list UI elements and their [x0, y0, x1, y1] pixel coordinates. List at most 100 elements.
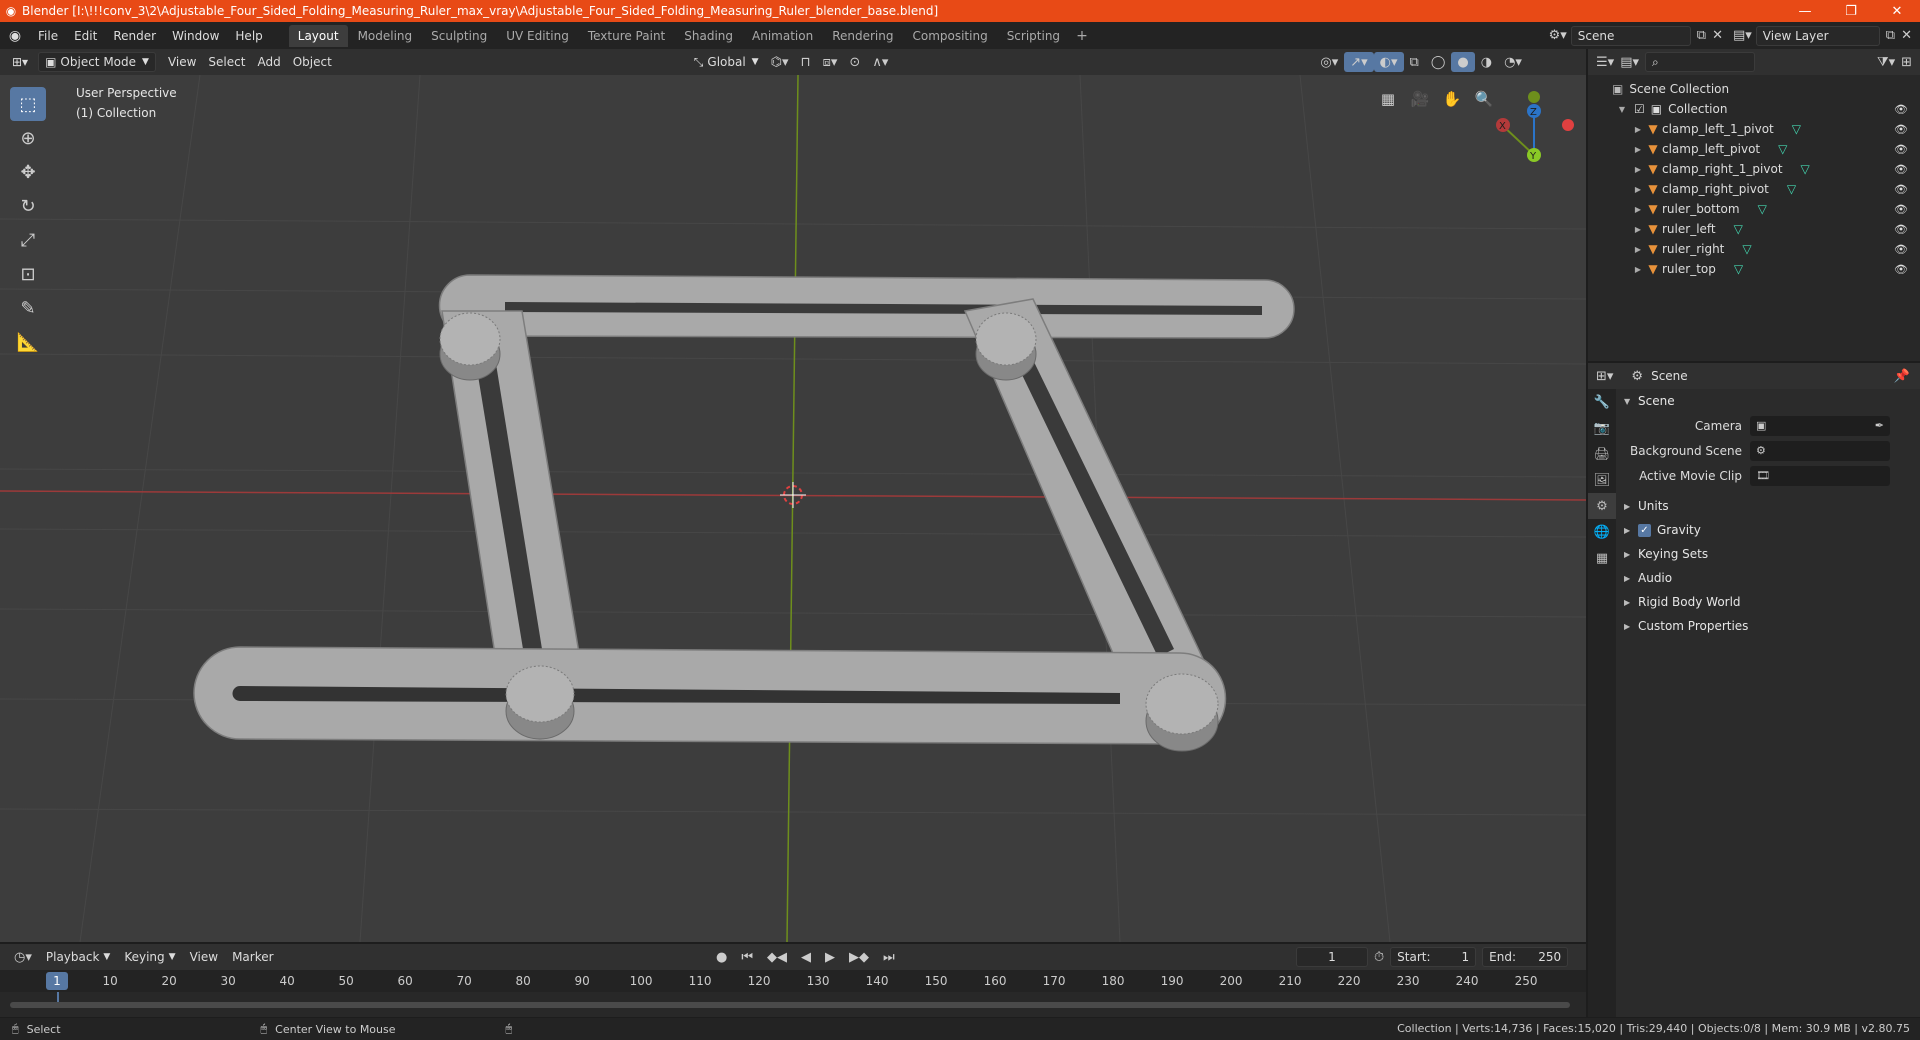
tab-shading[interactable]: Shading — [675, 25, 742, 47]
timeline-editor-icon[interactable]: ◷▾ — [8, 947, 38, 967]
scene-field[interactable]: Scene — [1570, 25, 1691, 46]
blender-menu-icon[interactable]: ◉ — [0, 28, 30, 44]
outliner-item-ruler-bottom[interactable]: ▶ ▼ ruler_bottom ▽ 👁 — [1588, 199, 1920, 219]
expand-triangle-icon[interactable]: ▶ — [1632, 145, 1644, 154]
render-tab-icon[interactable]: 📷 — [1588, 415, 1616, 441]
clamp-right-pivot[interactable] — [1145, 673, 1219, 752]
scene-tab-icon[interactable]: ⚙ — [1588, 493, 1616, 519]
gizmo-x-positive[interactable] — [1562, 119, 1574, 131]
prev-keyframe-icon[interactable]: ◆◀ — [761, 947, 793, 967]
keying-sets-panel-header[interactable]: ▶ Keying Sets — [1618, 542, 1920, 566]
tab-sculpting[interactable]: Sculpting — [422, 25, 496, 47]
outliner-editor-icon[interactable]: ☰▾ — [1596, 55, 1614, 70]
material-shading-icon[interactable]: ◑ — [1475, 52, 1498, 72]
view-layer-icon[interactable]: ▤▾ — [1733, 28, 1752, 43]
gizmo-toggle-icon[interactable]: ↗▾ — [1344, 52, 1374, 72]
tool-settings-tab-icon[interactable]: 🔧 — [1588, 389, 1616, 415]
eye-icon[interactable]: 👁 — [1894, 123, 1908, 136]
view-layer-tab-icon[interactable]: 🖼 — [1588, 467, 1616, 493]
menu-timeline-view[interactable]: View — [184, 947, 224, 967]
eye-icon[interactable]: 👁 — [1894, 243, 1908, 256]
gravity-checkbox[interactable]: ✓ — [1638, 523, 1651, 537]
tab-compositing[interactable]: Compositing — [903, 25, 996, 47]
menu-window[interactable]: Window — [164, 29, 227, 43]
expand-triangle-icon[interactable]: ▶ — [1632, 185, 1644, 194]
new-scene-icon[interactable]: ⧉ — [1697, 28, 1706, 43]
tab-modeling[interactable]: Modeling — [349, 25, 422, 47]
delete-scene-icon[interactable]: ✕ — [1712, 28, 1723, 43]
eye-icon[interactable]: 👁 — [1894, 103, 1908, 116]
visibility-icon[interactable]: ◎▾ — [1314, 52, 1344, 72]
play-reverse-icon[interactable]: ◀ — [795, 947, 817, 967]
timeline-scrollbar[interactable] — [10, 1002, 1570, 1008]
filter-icon[interactable]: ⧩▾ — [1877, 55, 1895, 70]
outliner-item-clamp-right-1-pivot[interactable]: ▶ ▼ clamp_right_1_pivot ▽ 👁 — [1588, 159, 1920, 179]
outliner-item-clamp-right-pivot[interactable]: ▶ ▼ clamp_right_pivot ▽ 👁 — [1588, 179, 1920, 199]
world-tab-icon[interactable]: 🌐 — [1588, 519, 1616, 545]
pan-hand-icon[interactable]: ✋ — [1438, 85, 1466, 113]
menu-view[interactable]: View — [162, 52, 202, 72]
rigid-body-world-panel-header[interactable]: ▶ Rigid Body World — [1618, 590, 1920, 614]
xray-icon[interactable]: ⧉ — [1404, 52, 1425, 72]
clamp-left-1-pivot[interactable] — [439, 312, 501, 381]
menu-select[interactable]: Select — [202, 52, 251, 72]
camera-view-icon[interactable]: 🎥 — [1406, 85, 1434, 113]
expand-triangle-icon[interactable]: ▶ — [1632, 225, 1644, 234]
viewport-scene[interactable]: X Z Y — [0, 49, 1586, 942]
eye-icon[interactable]: 👁 — [1894, 263, 1908, 276]
units-panel-header[interactable]: ▶ Units — [1618, 494, 1920, 518]
rotate-tool-icon[interactable]: ↻ — [10, 189, 46, 223]
audio-panel-header[interactable]: ▶ Audio — [1618, 566, 1920, 590]
new-view-layer-icon[interactable]: ⧉ — [1886, 28, 1895, 43]
background-scene-field[interactable]: ⚙ — [1750, 440, 1890, 461]
eye-icon[interactable]: 👁 — [1894, 143, 1908, 156]
3d-cursor-icon[interactable] — [780, 482, 806, 508]
gravity-panel-header[interactable]: ▶ ✓ Gravity — [1618, 518, 1920, 542]
measure-tool-icon[interactable]: 📐 — [10, 325, 46, 359]
select-box-tool-icon[interactable]: ⬚ — [10, 87, 46, 121]
snap-icon[interactable]: ⊓ — [794, 52, 816, 72]
menu-edit[interactable]: Edit — [66, 29, 105, 43]
expand-triangle-icon[interactable]: ▶ — [1632, 125, 1644, 134]
gizmo-y-top[interactable] — [1528, 91, 1540, 103]
tab-rendering[interactable]: Rendering — [823, 25, 902, 47]
timeline-ruler[interactable]: 1 10 20 30 40 50 60 70 80 90 100 110 120 130 140 150 160… — [0, 970, 1586, 992]
camera-field[interactable]: ▣ ✒ — [1750, 415, 1890, 436]
expand-triangle-icon[interactable]: ▶ — [1632, 205, 1644, 214]
falloff-icon[interactable]: ∧▾ — [866, 52, 894, 72]
properties-editor-icon[interactable]: ⊞▾ — [1596, 369, 1613, 384]
grid-view-icon[interactable]: ▦ — [1374, 85, 1402, 113]
play-icon[interactable]: ▶ — [819, 947, 841, 967]
zoom-icon[interactable]: 🔍 — [1470, 85, 1498, 113]
transform-orientation-selector[interactable]: ⤡ Global ▼ — [688, 52, 765, 72]
eyedropper-icon[interactable]: ✒ — [1875, 419, 1884, 432]
expand-triangle-icon[interactable]: ▶ — [1632, 245, 1644, 254]
menu-render[interactable]: Render — [105, 29, 164, 43]
editor-type-icon[interactable]: ⊞▾ — [6, 52, 34, 72]
menu-object[interactable]: Object — [287, 52, 338, 72]
record-icon[interactable]: ● — [710, 947, 733, 967]
cursor-tool-icon[interactable]: ⊕ — [10, 121, 46, 155]
end-frame-field[interactable]: End: 250 — [1482, 947, 1569, 967]
folding-ruler-model[interactable] — [193, 274, 1295, 752]
checkbox-icon[interactable]: ☑ — [1634, 102, 1645, 116]
clamp-left-pivot[interactable] — [505, 665, 575, 740]
menu-help[interactable]: Help — [227, 29, 270, 43]
menu-file[interactable]: File — [30, 29, 66, 43]
overlay-toggle-icon[interactable]: ◐▾ — [1373, 52, 1404, 72]
menu-marker[interactable]: Marker — [226, 947, 279, 967]
expand-triangle-icon[interactable]: ▶ — [1632, 265, 1644, 274]
current-frame-field[interactable]: 1 — [1296, 947, 1368, 967]
clamp-right-1-pivot[interactable] — [975, 312, 1037, 381]
outliner-item-clamp-left-1-pivot[interactable]: ▶ ▼ clamp_left_1_pivot ▽ 👁 — [1588, 119, 1920, 139]
delete-view-layer-icon[interactable]: ✕ — [1901, 28, 1912, 43]
outliner-collection[interactable]: ▼ ☑ ▣ Collection 👁 — [1588, 99, 1920, 119]
wireframe-shading-icon[interactable]: ◯ — [1425, 52, 1452, 72]
solid-shading-icon[interactable]: ● — [1451, 52, 1475, 72]
eye-icon[interactable]: 👁 — [1894, 203, 1908, 216]
pivot-point-icon[interactable]: ⌬▾ — [765, 52, 795, 72]
jump-end-icon[interactable]: ⏭ — [877, 947, 901, 967]
3d-viewport[interactable]: X Z Y ⊞▾ ▣ Object Mode ▼ View Select Add… — [0, 49, 1586, 942]
rendered-shading-icon[interactable]: ◔▾ — [1498, 52, 1528, 72]
custom-properties-panel-header[interactable]: ▶ Custom Properties — [1618, 614, 1920, 638]
